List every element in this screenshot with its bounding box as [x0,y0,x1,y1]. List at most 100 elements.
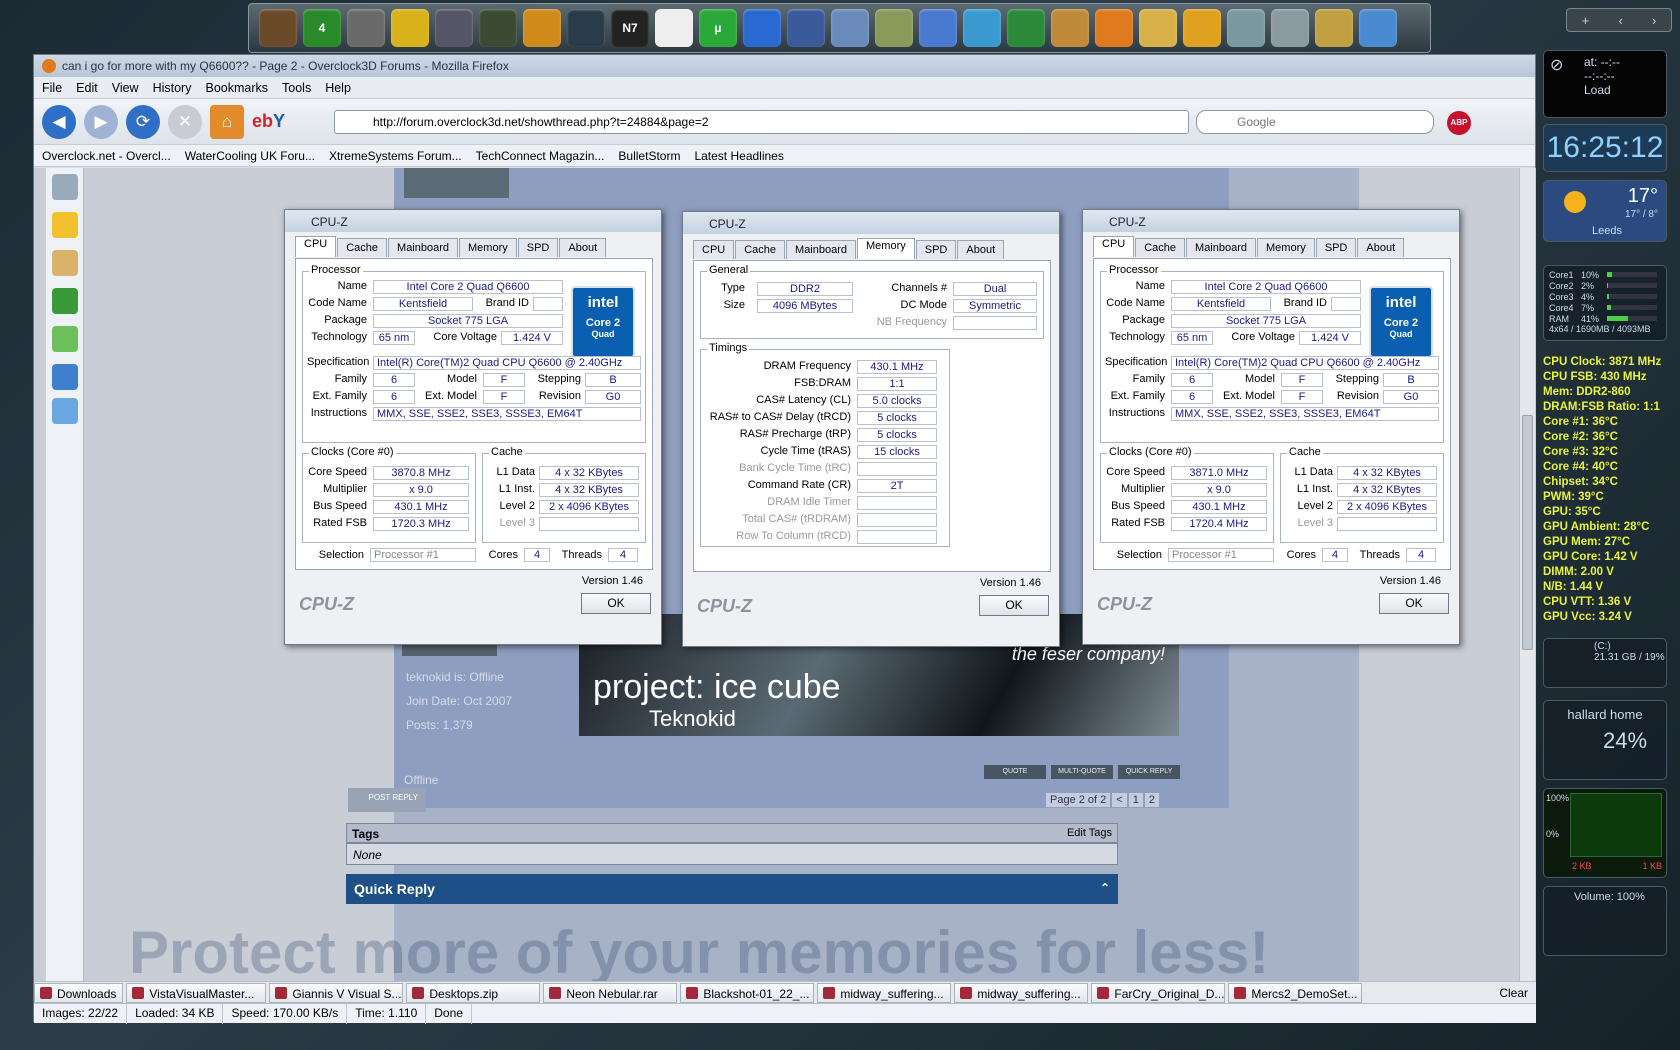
tab-mainboard[interactable]: Mainboard [786,240,857,259]
download-item[interactable]: Giannis V Visual S... [269,982,404,1003]
stop-icon[interactable]: ⊘ [1550,55,1563,75]
bookmark-item[interactable]: WaterCooling UK Foru... [185,149,315,163]
tab-cache[interactable]: Cache [735,240,786,259]
page-prev[interactable]: < [1112,793,1127,807]
url-bar[interactable]: http://forum.overclock3d.net/showthread.… [334,110,1189,134]
tab-memory[interactable]: Memory [857,238,915,259]
spreadsheet-icon[interactable] [1007,9,1045,47]
processor-select[interactable]: Processor #1 [1168,548,1274,562]
download-item[interactable]: Mercs2_DemoSet... [1228,982,1363,1003]
n7-icon[interactable]: N7 [611,9,649,47]
download-item[interactable]: Neon Nebular.rar [543,982,678,1003]
star-icon[interactable] [52,212,78,238]
quick-reply-button[interactable]: QUICK REPLY [1118,765,1180,779]
multi-quote-button[interactable]: MULTI-QUOTE [1051,765,1113,779]
reload-button[interactable]: ⟳ [126,104,160,139]
x-icon[interactable] [655,9,693,47]
info-icon[interactable] [52,398,78,424]
palette-icon[interactable] [1051,9,1089,47]
bookmark-item[interactable]: TechConnect Magazin... [476,149,605,163]
collapse-icon[interactable]: ⌃ [1100,881,1110,895]
download-item[interactable]: Desktops.zip [406,982,541,1003]
network-icon[interactable] [963,9,1001,47]
menu-tools[interactable]: Tools [282,81,311,95]
wrench-icon[interactable] [1315,9,1353,47]
quote-button[interactable]: QUOTE [984,765,1046,779]
menu-edit[interactable]: Edit [76,81,98,95]
desktop-icon[interactable] [787,9,825,47]
diamond-icon[interactable] [1227,9,1265,47]
computer-icon[interactable] [831,9,869,47]
bookmark-item[interactable]: Overclock.net - Overcl... [42,149,171,163]
ebay-button[interactable]: ebY [252,111,285,132]
firefox-icon[interactable] [1095,9,1133,47]
download-icon[interactable] [52,288,78,314]
media-icon[interactable] [919,9,957,47]
download-item[interactable]: VistaVisualMaster... [126,982,267,1003]
tab-spd[interactable]: SPD [915,240,957,259]
radioactive-icon[interactable] [391,9,429,47]
tab-memory[interactable]: Memory [1257,238,1315,257]
downloads-label[interactable]: Downloads [34,982,124,1003]
ok-button[interactable]: OK [1379,593,1449,614]
menu-file[interactable]: File [42,81,62,95]
tab-cache[interactable]: Cache [1135,238,1186,257]
tab-spd[interactable]: SPD [1315,238,1357,257]
tab-about[interactable]: About [1357,238,1405,257]
hourglass-icon[interactable] [52,250,78,276]
bookmark-item[interactable]: Latest Headlines [694,149,783,163]
stop-button[interactable]: ✕ [168,104,202,139]
tab-cpu[interactable]: CPU [295,236,337,257]
bookmark-item[interactable]: BulletStorm [618,149,680,163]
menu-view[interactable]: View [112,81,139,95]
info-icon[interactable] [1183,9,1221,47]
tab-about[interactable]: About [957,240,1005,259]
shield-icon[interactable] [479,9,517,47]
adblock-icon[interactable]: ABP [1447,111,1471,135]
image-icon[interactable] [52,174,78,200]
recycle-icon[interactable] [1359,9,1397,47]
scroll-thumb[interactable] [1522,415,1533,650]
post-reply-button[interactable]: POST REPLY [348,788,426,812]
search-input[interactable]: Google [1196,110,1434,134]
tab-mainboard[interactable]: Mainboard [1186,238,1257,257]
ok-button[interactable]: OK [581,593,651,614]
menu-help[interactable]: Help [325,81,351,95]
assassin-icon[interactable] [435,9,473,47]
dock-prev-button[interactable]: ‹ [1618,13,1622,28]
swirl-icon[interactable] [523,9,561,47]
edit-tags-link[interactable]: Edit Tags [1067,827,1112,839]
download-item[interactable]: midway_suffering... [954,982,1089,1003]
comet-icon[interactable] [743,9,781,47]
settings-icon[interactable] [52,364,78,390]
back-button[interactable]: ◀ [42,104,76,139]
scrollbar[interactable] [1519,168,1535,981]
tab-memory[interactable]: Memory [459,238,517,257]
--icon[interactable]: µ [699,9,737,47]
forward-button[interactable]: ▶ [84,104,118,139]
dock-next-button[interactable]: › [1652,13,1656,28]
wolf-icon[interactable] [347,9,385,47]
downloads-clear-button[interactable]: Clear [1491,986,1536,1000]
ok-button[interactable]: OK [979,595,1049,616]
page-1[interactable]: 1 [1128,793,1143,807]
tab-mainboard[interactable]: Mainboard [388,238,459,257]
helmet-icon[interactable] [259,9,297,47]
home-button[interactable]: ⌂ [210,104,244,139]
steam-icon[interactable] [567,9,605,47]
tools-icon[interactable] [1271,9,1309,47]
tab-spd[interactable]: SPD [517,238,559,257]
books-icon[interactable] [875,9,913,47]
tab-about[interactable]: About [559,238,607,257]
menu-bookmarks[interactable]: Bookmarks [205,81,268,95]
dock-add-button[interactable]: + [1582,13,1590,28]
puzzle-icon[interactable] [52,326,78,352]
n4-icon[interactable]: 4 [303,9,341,47]
bookmark-item[interactable]: XtremeSystems Forum... [329,149,462,163]
tab-cache[interactable]: Cache [337,238,388,257]
tab-cpu[interactable]: CPU [693,240,735,259]
folder-icon[interactable] [1139,9,1177,47]
download-item[interactable]: Blackshot-01_22_... [680,982,815,1003]
menu-history[interactable]: History [153,81,192,95]
processor-select[interactable]: Processor #1 [370,548,476,562]
